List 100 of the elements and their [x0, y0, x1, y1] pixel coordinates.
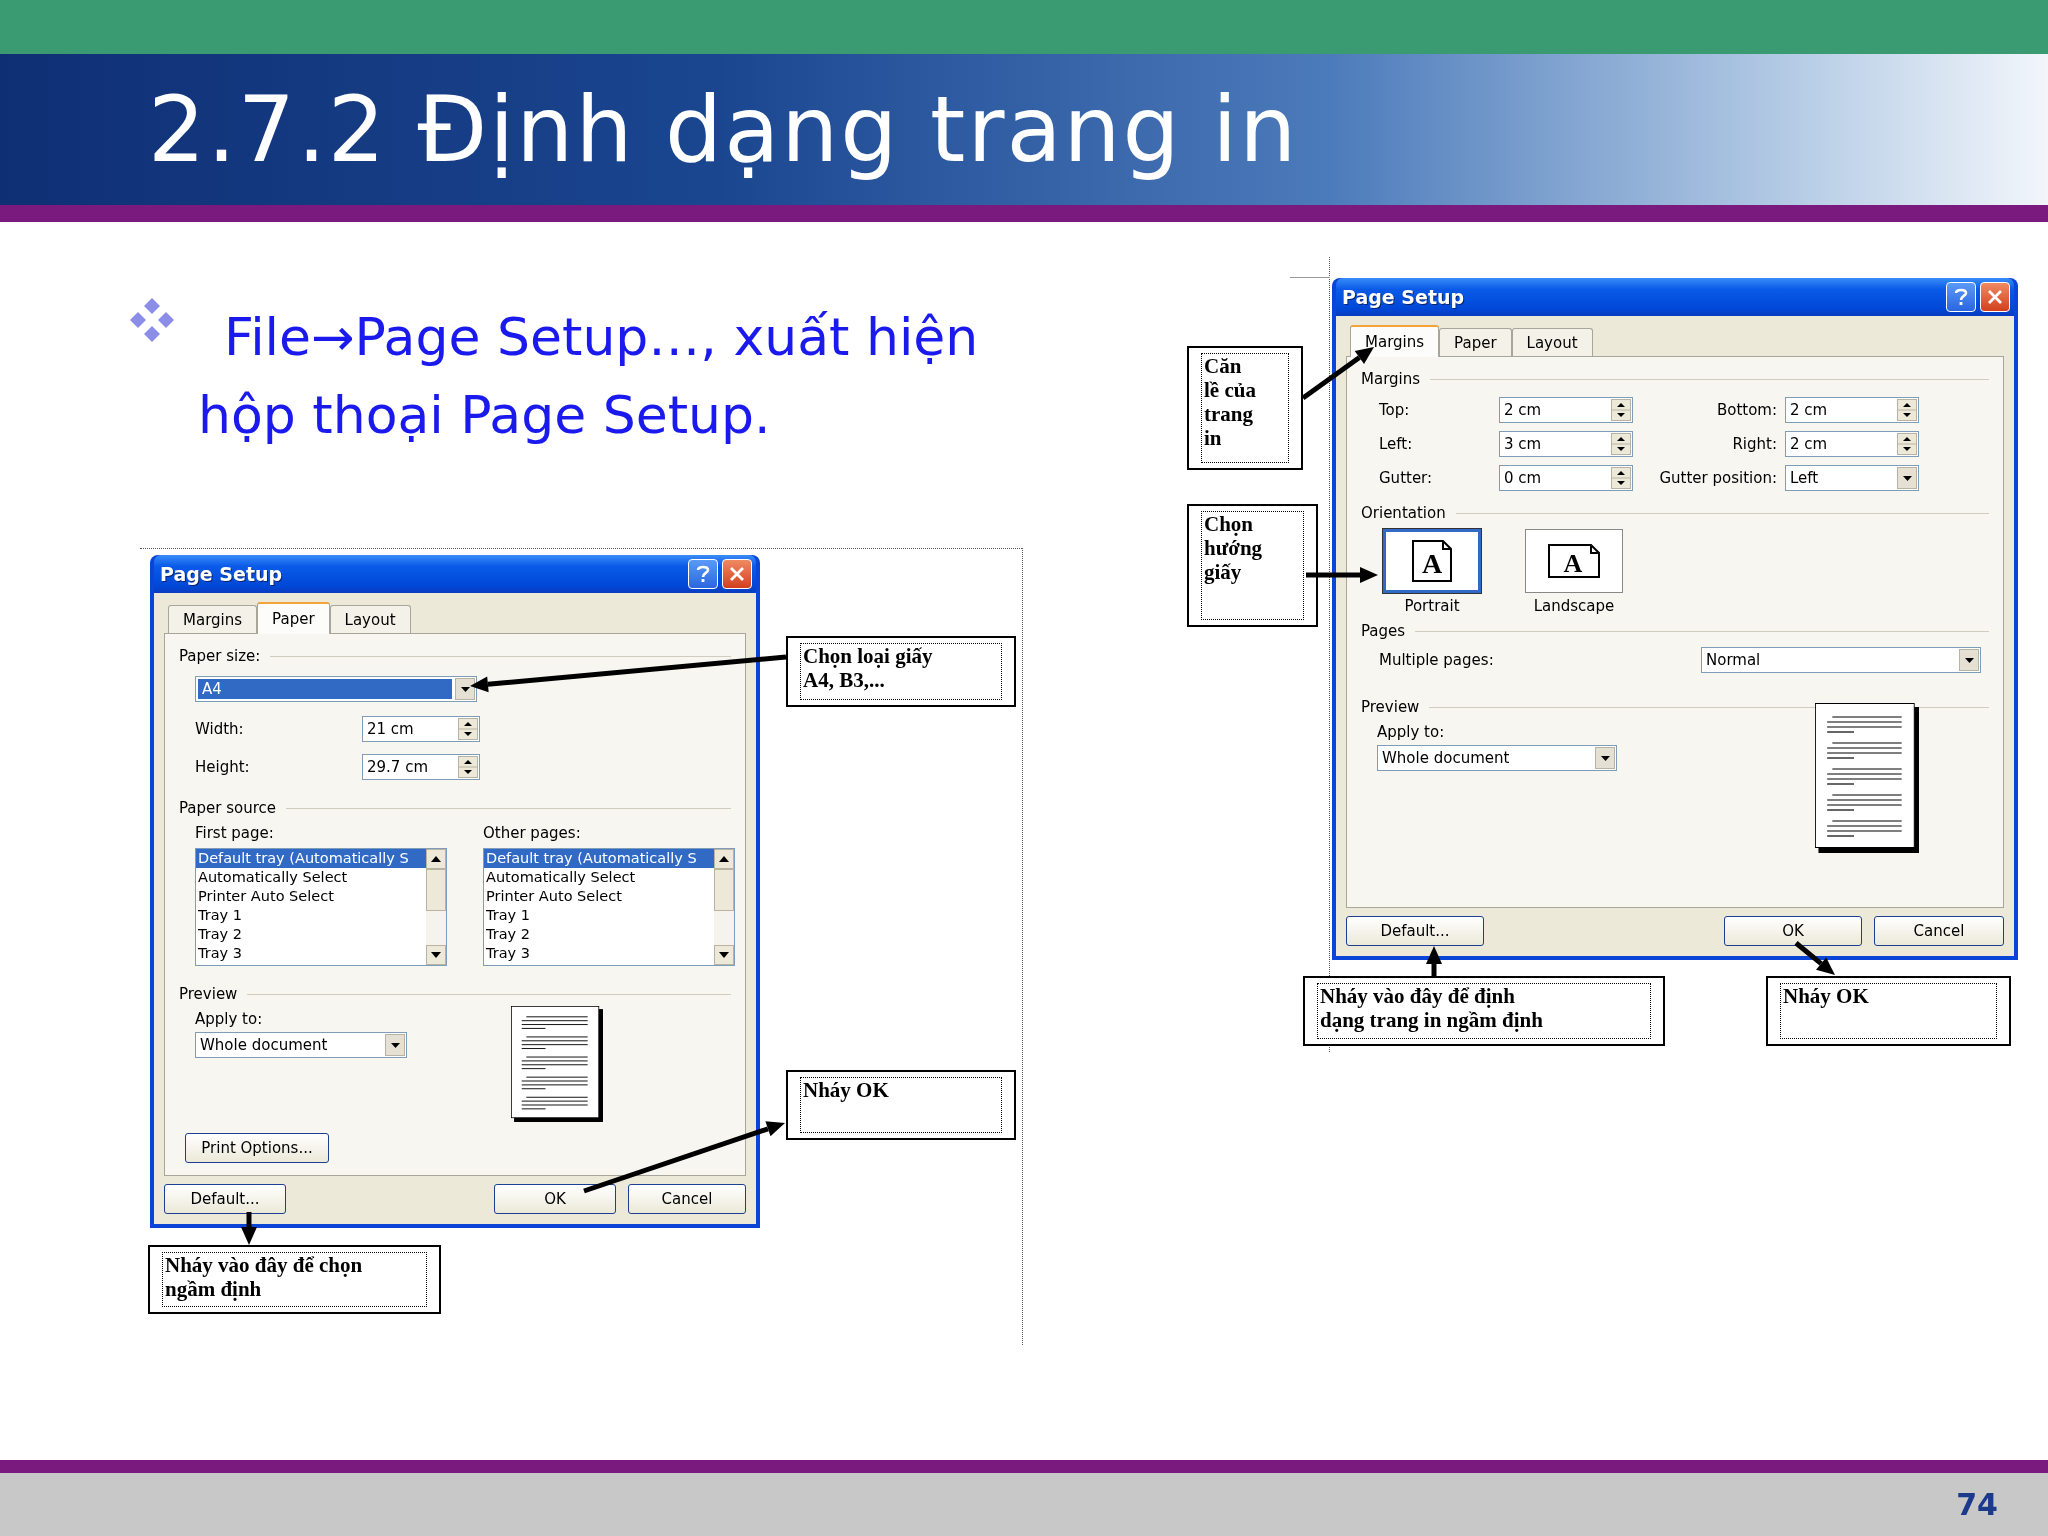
arrow: [1426, 946, 1442, 976]
spin-arrows-icon[interactable]: [1897, 399, 1917, 421]
number-field[interactable]: 2 cm: [1499, 397, 1633, 423]
list-item[interactable]: Printer Auto Select: [484, 887, 714, 906]
spin-arrows-icon[interactable]: [458, 718, 478, 740]
field-value: 2 cm: [1503, 401, 1543, 419]
list-item[interactable]: Default tray (Automatically S: [196, 849, 426, 868]
number-field[interactable]: 29.7 cm: [362, 754, 480, 780]
spin-arrows-icon[interactable]: [1897, 433, 1917, 455]
dropdown-button[interactable]: [455, 678, 475, 700]
list-item[interactable]: Tray 1: [196, 906, 426, 925]
scrollbar[interactable]: [714, 849, 734, 965]
dropdown-button[interactable]: [1959, 649, 1979, 671]
dropdown-value: A4: [198, 679, 452, 699]
orientation-option[interactable]: A: [1383, 529, 1481, 593]
dropdown-button[interactable]: [1897, 467, 1917, 489]
dropdown[interactable]: A4: [195, 676, 477, 702]
close-button[interactable]: [722, 559, 752, 589]
help-button[interactable]: [1946, 282, 1976, 312]
arrow: [1794, 941, 1835, 975]
list-item[interactable]: Tray 3: [484, 944, 714, 963]
field-value: 21 cm: [366, 720, 415, 738]
dropdown[interactable]: Left: [1785, 465, 1919, 491]
callout: Nháy vào đây để định dạng trang in ngầm định: [1303, 976, 1665, 1046]
field-value: 3 cm: [1503, 435, 1543, 453]
close-button[interactable]: [1980, 282, 2010, 312]
spin-arrows-icon[interactable]: [1611, 433, 1631, 455]
slide-title: 2.7.2 Định dạng trang in: [148, 77, 1299, 182]
scroll-down-icon[interactable]: [714, 945, 734, 965]
list-item[interactable]: Default tray (Automatically S: [484, 849, 714, 868]
tab[interactable]: Layout: [329, 605, 411, 633]
dropdown-button[interactable]: [1595, 747, 1615, 769]
tab[interactable]: Paper: [257, 602, 330, 634]
number-field[interactable]: 2 cm: [1785, 397, 1919, 423]
dialog-button[interactable]: Default...: [1346, 916, 1484, 946]
scroll-thumb[interactable]: [714, 869, 734, 911]
tab[interactable]: Layout: [1511, 328, 1593, 356]
list-item[interactable]: Printer Auto Select: [196, 887, 426, 906]
tab[interactable]: Paper: [1439, 328, 1512, 356]
option-label: Landscape: [1533, 597, 1615, 615]
dialog-button[interactable]: OK: [1724, 916, 1862, 946]
field-value: 2 cm: [1789, 401, 1829, 419]
dropdown[interactable]: Whole document: [195, 1032, 407, 1058]
callout: Nháy vào đây để chọn ngầm định: [148, 1245, 441, 1314]
list-item[interactable]: Automatically Select: [196, 868, 426, 887]
scroll-down-icon[interactable]: [426, 945, 446, 965]
list-box[interactable]: Default tray (Automatically S Automatically Select Printer Auto Select Tray 1 Tray 2 Tray 3: [483, 848, 735, 966]
orientation-option[interactable]: A: [1525, 529, 1623, 593]
tab[interactable]: Margins: [1350, 325, 1440, 357]
help-button[interactable]: [688, 559, 718, 589]
list-item[interactable]: Tray 2: [196, 925, 426, 944]
spin-arrows-icon[interactable]: [1611, 467, 1631, 489]
caret-icon: [460, 686, 470, 692]
field-value: 0 cm: [1503, 469, 1543, 487]
number-field[interactable]: 2 cm: [1785, 431, 1919, 457]
scrollbar[interactable]: [426, 849, 446, 965]
close-icon: [1988, 290, 2002, 304]
list-box[interactable]: Default tray (Automatically S Automatically Select Printer Auto Select Tray 1 Tray 2 Tray 3: [195, 848, 447, 966]
caret-icon: [1964, 657, 1974, 663]
bullet-icon: [128, 296, 176, 344]
list-item[interactable]: Automatically Select: [484, 868, 714, 887]
field-label: Right:: [1732, 435, 1778, 453]
list-item[interactable]: Tray 1: [484, 906, 714, 925]
page-number: 74: [1956, 1487, 1998, 1522]
scroll-up-icon[interactable]: [714, 849, 734, 869]
section-label: Pages: [1361, 622, 1406, 640]
dialog-button[interactable]: Cancel: [1874, 916, 2004, 946]
field-label: Gutter position:: [1659, 469, 1778, 487]
list-item[interactable]: Tray 3: [196, 944, 426, 963]
spin-arrows-icon[interactable]: [458, 756, 478, 778]
caret-icon: [1600, 755, 1610, 761]
caret-icon: [390, 1042, 400, 1048]
tab[interactable]: Margins: [168, 605, 258, 633]
dropdown[interactable]: Whole document: [1377, 745, 1617, 771]
section-label: Paper size:: [179, 647, 261, 665]
print-options-button[interactable]: Print Options...: [185, 1133, 329, 1163]
dropdown-value: Whole document: [1381, 749, 1511, 767]
callout: Chọn hướng giấy: [1187, 504, 1318, 627]
scroll-up-icon[interactable]: [426, 849, 446, 869]
number-field[interactable]: 3 cm: [1499, 431, 1633, 457]
field-label: Other pages:: [483, 824, 582, 842]
number-field[interactable]: 21 cm: [362, 716, 480, 742]
list-item[interactable]: Tray 2: [484, 925, 714, 944]
callout: Nháy OK: [786, 1070, 1016, 1140]
field-label: Top:: [1379, 401, 1411, 419]
number-field[interactable]: 0 cm: [1499, 465, 1633, 491]
scroll-thumb[interactable]: [426, 869, 446, 911]
field-value: 29.7 cm: [366, 758, 430, 776]
field-label: First page:: [195, 824, 275, 842]
window-title: Page Setup: [1342, 286, 1465, 308]
dialog-button[interactable]: Cancel: [628, 1184, 746, 1214]
help-icon: [1954, 288, 1968, 306]
section-label: Preview: [1361, 698, 1420, 716]
spin-arrows-icon[interactable]: [1611, 399, 1631, 421]
callout: Căn lề của trang in: [1187, 346, 1303, 470]
dialog-button[interactable]: OK: [494, 1184, 616, 1214]
dialog-button[interactable]: Default...: [164, 1184, 286, 1214]
dropdown-button[interactable]: [385, 1034, 405, 1056]
section-label: Margins: [1361, 370, 1421, 388]
dropdown[interactable]: Normal: [1701, 647, 1981, 673]
